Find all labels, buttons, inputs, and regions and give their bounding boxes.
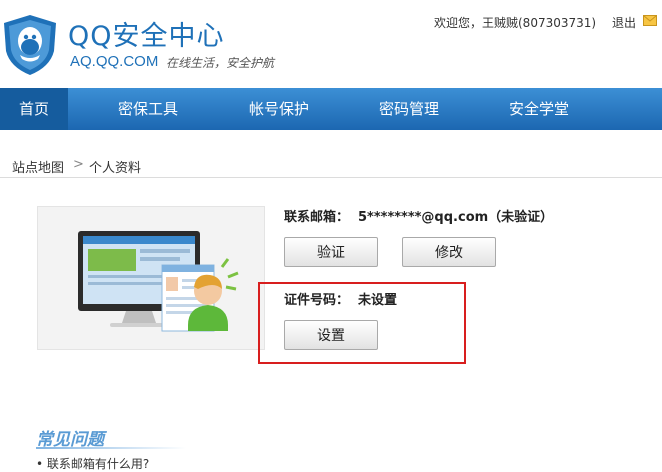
brand-name: QQ安全中心 [68, 21, 225, 52]
breadcrumb-current: 个人资料 [89, 161, 142, 176]
header: QQ安全中心 AQ.QQ.COM 在线生活，安全护航 欢迎您，王贼贼(80730… [0, 0, 662, 88]
brand-slogan: 在线生活，安全护航 [166, 56, 275, 70]
faq-title-underline [36, 447, 186, 449]
mail-icon[interactable] [643, 15, 657, 26]
main-nav: 首页 密保工具 帐号保护 密码管理 安全学堂 [0, 88, 662, 130]
breadcrumb-separator: > [73, 157, 84, 172]
monitor-user-illustration-icon [78, 231, 239, 332]
logout-link[interactable]: 退出 [612, 14, 636, 31]
highlight-box [258, 282, 466, 364]
nav-item-security-school[interactable]: 安全学堂 [494, 88, 584, 130]
nav-item-security-tools[interactable]: 密保工具 [103, 88, 193, 130]
nav-item-home[interactable]: 首页 [0, 88, 68, 130]
email-value: 5********@qq.com（未验证） [358, 210, 554, 225]
breadcrumb-sitemap-link[interactable]: 站点地图 [12, 157, 64, 176]
user-welcome: 欢迎您，王贼贼(807303731) [434, 16, 597, 30]
faq-item[interactable]: • 联系邮箱有什么用? [36, 455, 149, 472]
modify-button[interactable]: 修改 [402, 237, 496, 267]
email-label: 联系邮箱： [284, 210, 350, 225]
breadcrumb: 站点地图 > 个人资料 [0, 147, 662, 178]
nav-item-password-management[interactable]: 密码管理 [364, 88, 454, 130]
brand-url: AQ.QQ.COM [70, 53, 159, 70]
faq-item-label[interactable]: 联系邮箱有什么用? [47, 457, 149, 471]
verify-button[interactable]: 验证 [284, 237, 378, 267]
nav-item-account-protection[interactable]: 帐号保护 [234, 88, 324, 130]
qq-shield-logo-icon[interactable] [2, 13, 58, 77]
profile-illustration [37, 206, 265, 350]
